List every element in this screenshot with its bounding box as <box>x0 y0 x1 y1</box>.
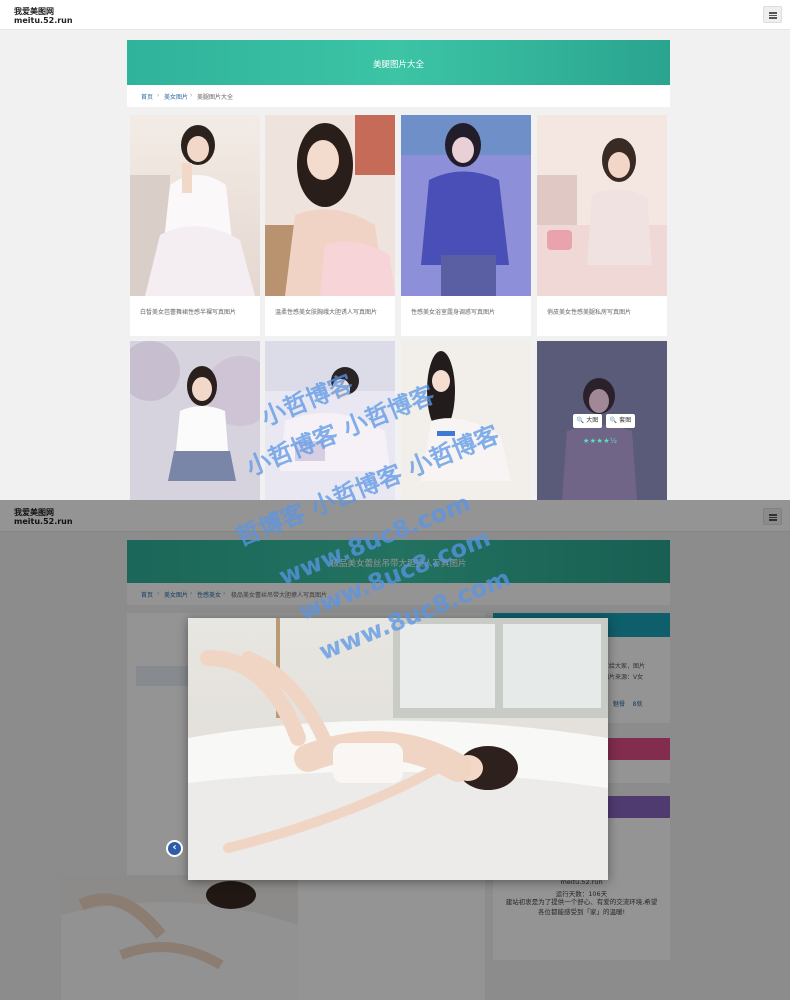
card-thumbnail[interactable]: 🔍 大图 🔍 套图 ★★★★½ <box>537 341 667 500</box>
gallery-card[interactable]: 俏皮美女性感美腿私房写真图片 <box>537 115 667 336</box>
rating-stars: ★★★★½ <box>583 437 618 445</box>
breadcrumb-separator: › <box>190 92 193 99</box>
gallery-card[interactable]: 温柔性感美女肤胸峨大胆诱人写真图片 <box>265 115 395 336</box>
hover-actions: 🔍 大图 🔍 套图 <box>573 414 635 428</box>
page-title: 美腿图片大全 <box>372 60 424 70</box>
gallery-card[interactable]: 白皙美女芭蕾舞裙性感半裸写真图片 <box>130 115 260 336</box>
view-gallery-button[interactable]: 🔍 套图 <box>606 414 635 428</box>
view-gallery-label: 套图 <box>619 417 632 424</box>
lightbox-prev-button[interactable]: ‹ <box>166 840 183 857</box>
view-large-button[interactable]: 🔍 大图 <box>573 414 602 428</box>
category-banner: 美腿图片大全 <box>127 40 670 85</box>
card-title[interactable]: 温柔性感美女肤胸峨大胆诱人写真图片 <box>275 307 387 316</box>
site-domain[interactable]: meitu.52.run <box>14 16 73 25</box>
card-thumbnail[interactable] <box>265 115 395 296</box>
breadcrumb-separator: › <box>157 92 160 99</box>
card-title[interactable]: 性感美女浴室露身调惑写真图片 <box>411 307 523 316</box>
top-navbar: 我爱美图网 meitu.52.run <box>0 0 790 30</box>
view-large-label: 大图 <box>586 417 599 424</box>
gallery-card[interactable] <box>265 341 395 500</box>
gallery-card[interactable] <box>130 341 260 500</box>
breadcrumb-current: 美腿图片大全 <box>197 94 234 101</box>
detail-page: 我爱美图网 meitu.52.run 极品美女蕾丝吊带大胆撩人写真图片 首页 ›… <box>0 500 790 1000</box>
card-thumbnail[interactable] <box>537 115 667 296</box>
card-thumbnail[interactable] <box>401 115 531 296</box>
breadcrumb-home[interactable]: 首页 <box>141 92 153 101</box>
lightbox-image[interactable] <box>188 618 608 880</box>
breadcrumb: 首页 › 美女图片 › 美腿图片大全 <box>127 85 670 107</box>
card-thumbnail[interactable] <box>401 341 531 500</box>
gallery-card[interactable]: 🔍 大图 🔍 套图 ★★★★½ <box>537 341 667 500</box>
card-thumbnail[interactable] <box>130 115 260 296</box>
breadcrumb-beauty[interactable]: 美女图片 <box>164 92 188 101</box>
card-thumbnail[interactable] <box>130 341 260 500</box>
card-thumbnail[interactable] <box>265 341 395 500</box>
card-title[interactable]: 白皙美女芭蕾舞裙性感半裸写真图片 <box>140 307 252 316</box>
card-title[interactable]: 俏皮美女性感美腿私房写真图片 <box>547 307 659 316</box>
menu-icon[interactable] <box>763 6 782 23</box>
gallery-card[interactable] <box>401 341 531 500</box>
gallery-card[interactable]: 性感美女浴室露身调惑写真图片 <box>401 115 531 336</box>
list-page: 我爱美图网 meitu.52.run 美腿图片大全 首页 › 美女图片 › 美腿… <box>0 0 790 500</box>
